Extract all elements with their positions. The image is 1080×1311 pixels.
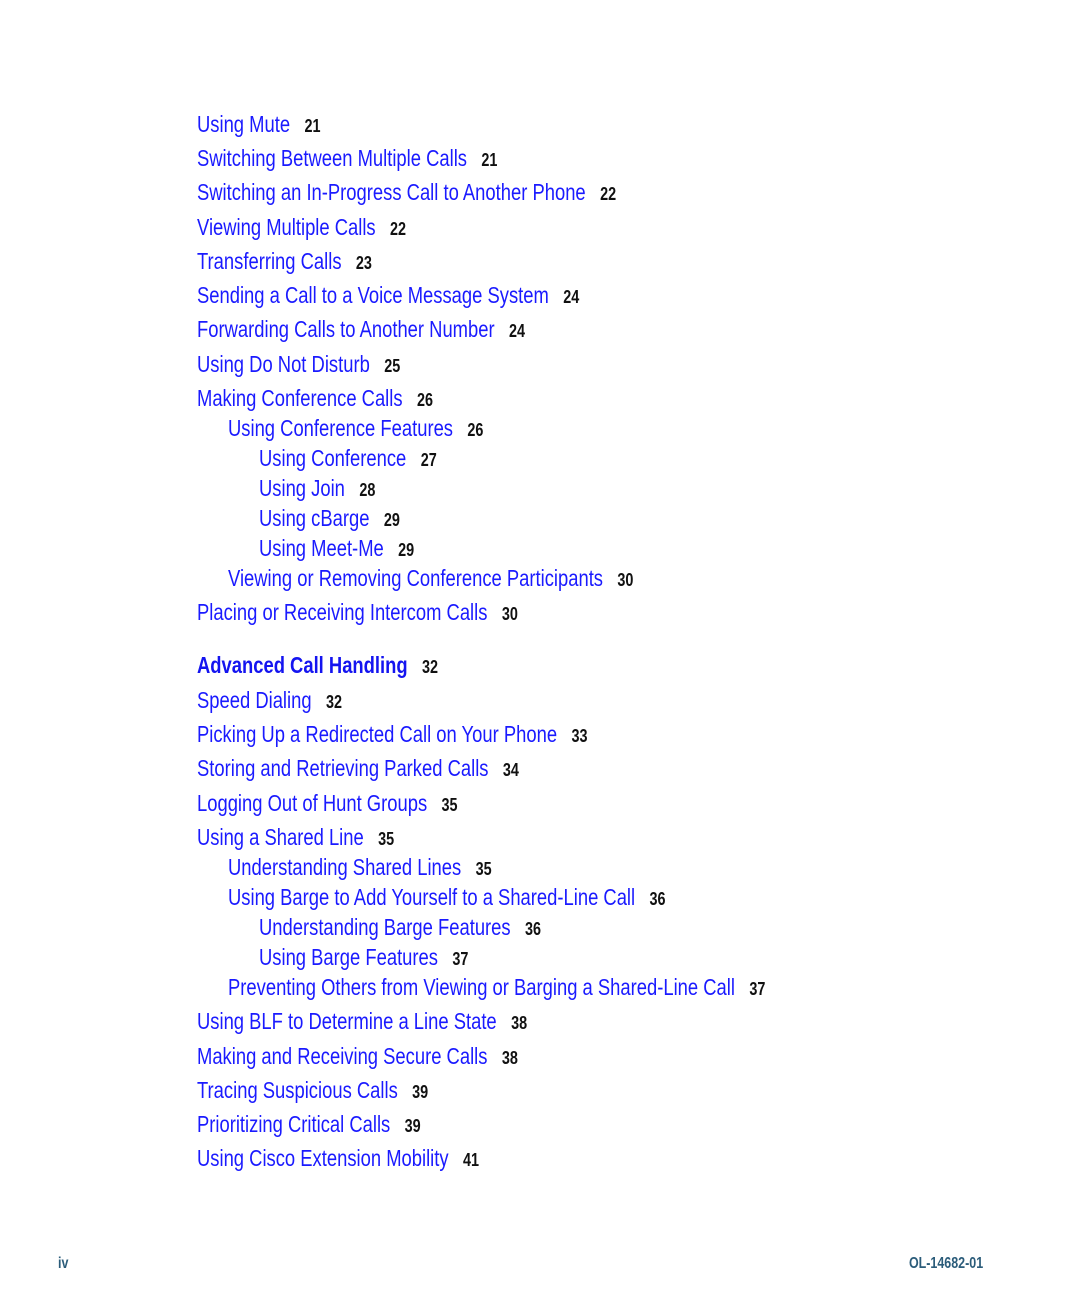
toc-entry-title-link[interactable]: Making Conference Calls [197,385,403,411]
footer-doc-id: OL-14682-01 [908,1255,983,1272]
toc-entry-title-link[interactable]: Using Do Not Disturb [197,351,370,377]
toc-entry-title-link[interactable]: Viewing Multiple Calls [197,214,376,240]
toc-entry-page-number: 29 [398,540,415,560]
toc-entry-page-number: 22 [600,184,617,204]
toc-entry-title-link[interactable]: Using Mute [197,111,290,137]
toc-entry-page-number: 24 [509,321,526,341]
toc-entry[interactable]: Transferring Calls 23 [197,247,372,277]
toc-entry-page-number: 38 [501,1048,518,1068]
toc-entry[interactable]: Using cBarge 29 [259,504,400,534]
toc-entry-title-link[interactable]: Sending a Call to a Voice Message System [197,282,549,308]
toc-entry-title-link[interactable]: Using cBarge [259,505,369,531]
toc-entry-title-link[interactable]: Forwarding Calls to Another Number [197,316,495,342]
toc-entry[interactable]: Prioritizing Critical Calls 39 [197,1110,421,1140]
toc-entry-title-link[interactable]: Transferring Calls [197,248,342,274]
toc-entry-page-number: 24 [563,287,580,307]
toc-entry-title-link[interactable]: Speed Dialing [197,687,312,713]
toc-entry-page-number: 34 [502,760,519,780]
toc-entry-title-link[interactable]: Switching an In-Progress Call to Another… [197,179,586,205]
toc-entry-page-number: 27 [420,450,437,470]
toc-entry-title-link[interactable]: Placing or Receiving Intercom Calls [197,599,487,625]
toc-entry[interactable]: Making and Receiving Secure Calls 38 [197,1042,518,1072]
toc-entry-title-link[interactable]: Storing and Retrieving Parked Calls [197,755,488,781]
toc-entry-title-link[interactable]: Advanced Call Handling [197,652,408,678]
toc-entry[interactable]: Viewing or Removing Conference Participa… [228,564,633,594]
toc-entry[interactable]: Storing and Retrieving Parked Calls 34 [197,754,519,784]
toc-entry-title-link[interactable]: Switching Between Multiple Calls [197,145,467,171]
toc-entry[interactable]: Using Conference 27 [259,444,437,474]
toc-entry[interactable]: Forwarding Calls to Another Number 24 [197,315,525,345]
toc-entry-title-link[interactable]: Tracing Suspicious Calls [197,1077,398,1103]
toc-entry-page-number: 33 [571,726,588,746]
toc-entry-page-number: 23 [355,253,372,273]
toc-entry-title-link[interactable]: Prioritizing Critical Calls [197,1111,390,1137]
toc-entry-title-link[interactable]: Viewing or Removing Conference Participa… [228,565,603,591]
toc-entry-title-link[interactable]: Using Conference [259,445,406,471]
toc-entry[interactable]: Using Meet-Me 29 [259,534,414,564]
toc-entry-title-link[interactable]: Using BLF to Determine a Line State [197,1008,497,1034]
toc-entry-page-number: 41 [462,1150,479,1170]
toc-entry-title-link[interactable]: Understanding Shared Lines [228,854,461,880]
toc-entry-page-number: 39 [404,1116,421,1136]
toc-chapter-heading[interactable]: Advanced Call Handling 32 [197,651,438,681]
toc-entry-title-link[interactable]: Using Conference Features [228,415,453,441]
toc-entry[interactable]: Tracing Suspicious Calls 39 [197,1076,428,1106]
toc-entry-page-number: 26 [416,390,433,410]
toc-entry-page-number: 26 [467,420,484,440]
toc-entry-page-number: 22 [390,219,407,239]
toc-entry[interactable]: Placing or Receiving Intercom Calls 30 [197,598,518,628]
footer-page-number: iv [58,1255,69,1272]
toc-entry[interactable]: Understanding Barge Features 36 [259,913,541,943]
toc-entry[interactable]: Using BLF to Determine a Line State 38 [197,1007,527,1037]
toc-entry[interactable]: Picking Up a Redirected Call on Your Pho… [197,720,587,750]
toc-entry[interactable]: Using Cisco Extension Mobility 41 [197,1144,479,1174]
toc-entry-title-link[interactable]: Understanding Barge Features [259,914,511,940]
toc-entry[interactable]: Using Join 28 [259,474,375,504]
toc-entry-page-number: 29 [383,510,400,530]
toc-entry[interactable]: Logging Out of Hunt Groups 35 [197,789,458,819]
toc-entry-title-link[interactable]: Using Join [259,475,345,501]
toc-entry[interactable]: Using Mute 21 [197,110,320,140]
toc-entry-page-number: 38 [511,1013,528,1033]
toc-entry-page-number: 36 [525,919,542,939]
toc-entry[interactable]: Using a Shared Line 35 [197,823,394,853]
toc-entry-page-number: 30 [617,570,634,590]
toc-entry[interactable]: Making Conference Calls 26 [197,384,433,414]
toc-entry-page-number: 32 [422,657,439,677]
toc-entry-title-link[interactable]: Preventing Others from Viewing or Bargin… [228,974,735,1000]
toc-entry-page-number: 21 [304,116,321,136]
toc-entry-title-link[interactable]: Making and Receiving Secure Calls [197,1043,487,1069]
toc-entry-page-number: 39 [412,1082,429,1102]
toc-entry-title-link[interactable]: Logging Out of Hunt Groups [197,790,427,816]
toc-entry[interactable]: Sending a Call to a Voice Message System… [197,281,579,311]
toc-entry[interactable]: Using Barge to Add Yourself to a Shared-… [228,883,666,913]
toc-entry-title-link[interactable]: Using a Shared Line [197,824,364,850]
toc-entry-title-link[interactable]: Using Barge to Add Yourself to a Shared-… [228,884,635,910]
toc-entry-title-link[interactable]: Using Cisco Extension Mobility [197,1145,449,1171]
toc-entry[interactable]: Viewing Multiple Calls 22 [197,213,406,243]
toc-entry-page-number: 28 [359,480,376,500]
toc-entry-page-number: 30 [501,604,518,624]
toc-entry-page-number: 32 [325,692,342,712]
toc-entry[interactable]: Speed Dialing 32 [197,686,342,716]
toc-entry-page-number: 21 [481,150,498,170]
toc-entry-page-number: 37 [452,949,469,969]
toc-entry-title-link[interactable]: Using Meet-Me [259,535,384,561]
toc-entry[interactable]: Using Do Not Disturb 25 [197,350,400,380]
toc-entry-page-number: 25 [384,356,401,376]
toc-entry[interactable]: Preventing Others from Viewing or Bargin… [228,973,765,1003]
toc-entry-page-number: 35 [378,829,395,849]
toc-entry-page-number: 36 [649,889,666,909]
toc-entry-title-link[interactable]: Using Barge Features [259,944,438,970]
toc-entry-page-number: 35 [441,795,458,815]
toc-entry-title-link[interactable]: Picking Up a Redirected Call on Your Pho… [197,721,557,747]
toc-entry-page-number: 35 [475,859,492,879]
toc-entry[interactable]: Using Conference Features 26 [228,414,483,444]
toc-entry[interactable]: Switching Between Multiple Calls 21 [197,144,497,174]
toc-entry[interactable]: Understanding Shared Lines 35 [228,853,492,883]
toc-entry[interactable]: Using Barge Features 37 [259,943,468,973]
toc-entry[interactable]: Switching an In-Progress Call to Another… [197,178,616,208]
toc-entry-page-number: 37 [749,979,766,999]
